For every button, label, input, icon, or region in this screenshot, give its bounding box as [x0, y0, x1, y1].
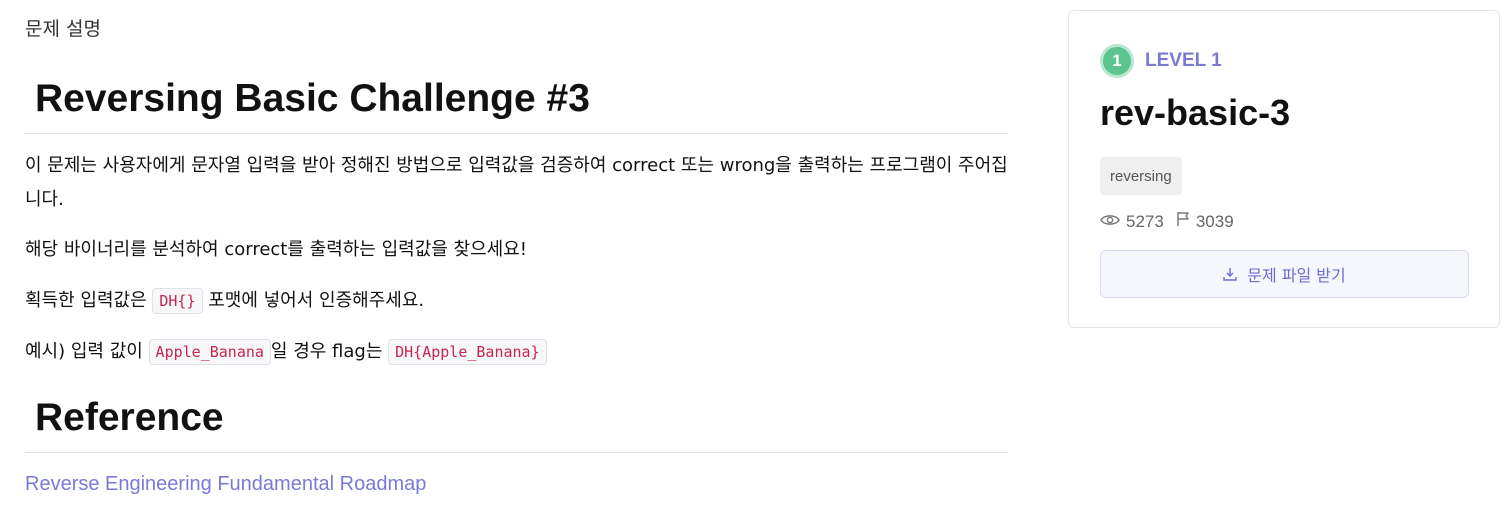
text: 예시) 입력 값이 — [25, 341, 149, 362]
solve-count: 3039 — [1195, 211, 1234, 231]
example-flag-code: DH{Apple_Banana} — [388, 339, 547, 365]
example-paragraph: 예시) 입력 값이 Apple_Banana 일 경우 flag는 DH{Appl… — [25, 335, 547, 369]
category-tag[interactable]: reversing — [1100, 157, 1182, 195]
reference-heading: Reference — [35, 396, 224, 439]
divider — [25, 452, 1008, 453]
description-paragraph: 이 문제는 사용자에게 문자열 입력을 받아 정해진 방법으로 입력값을 검증하… — [25, 155, 1008, 210]
eye-icon — [1100, 212, 1120, 232]
text: 획득한 입력값은 — [25, 290, 153, 311]
challenge-name: rev-basic-3 — [1100, 92, 1291, 133]
download-icon — [1223, 267, 1237, 281]
divider — [25, 133, 1008, 134]
flag-icon — [1176, 211, 1190, 232]
text: 일 경우 flag는 — [270, 341, 389, 362]
text: 포맷에 넣어서 인증해주세요. — [202, 290, 425, 311]
view-count: 5273 — [1126, 211, 1164, 231]
level-row: 1 LEVEL 1 — [1100, 44, 1222, 78]
flag-format-paragraph: 획득한 입력값은 DH{} 포맷에 넣어서 인증해주세요. — [25, 284, 424, 318]
level-badge: 1 — [1100, 44, 1134, 78]
flag-format-code: DH{} — [152, 288, 203, 314]
section-label: 문제 설명 — [25, 18, 101, 40]
download-file-button[interactable]: 문제 파일 받기 — [1100, 250, 1469, 298]
challenge-title: Reversing Basic Challenge #3 — [35, 77, 590, 120]
download-label: 문제 파일 받기 — [1247, 266, 1346, 285]
level-label: LEVEL 1 — [1145, 50, 1222, 71]
challenge-info-card: 1 LEVEL 1 rev-basic-3 reversing 5273 303… — [1068, 10, 1500, 328]
example-input-code: Apple_Banana — [148, 339, 271, 365]
description-paragraph: 해당 바이너리를 분석하여 correct를 출력하는 입력값을 찾으세요! — [25, 239, 528, 260]
reference-link[interactable]: Reverse Engineering Fundamental Roadmap — [25, 473, 426, 496]
stats-row: 5273 3039 — [1100, 211, 1246, 232]
